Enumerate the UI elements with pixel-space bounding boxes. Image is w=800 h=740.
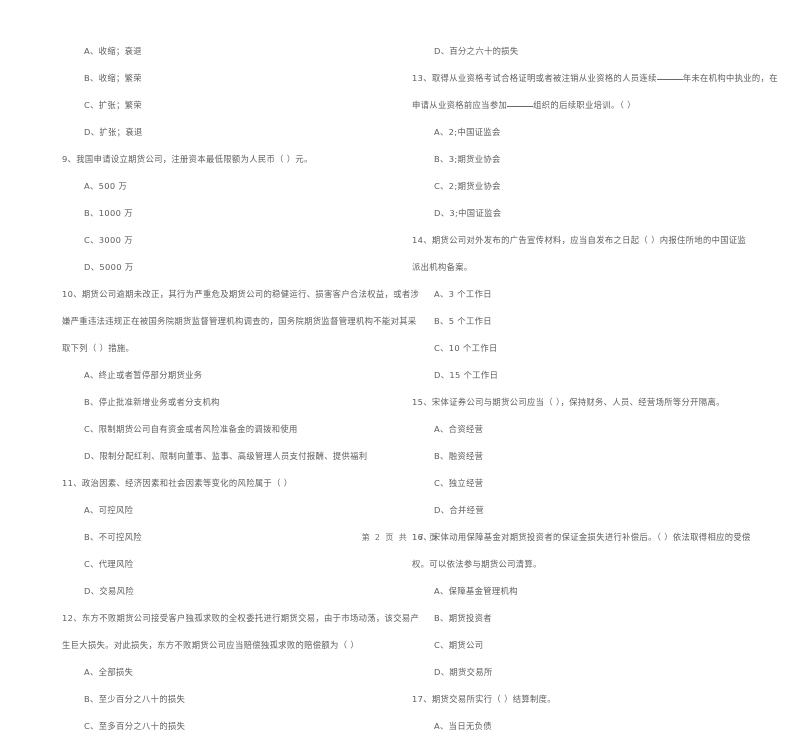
question-text-part: 13、取得从业资格考试合格证明或者被注销从业资格的人员连续: [412, 73, 657, 83]
left-column: A、收缩；衰退 B、收缩；繁荣 C、扩张；繁荣 D、扩张；衰退 9、我国申请设立期货公司…: [0, 38, 420, 740]
question-line: 14、期货公司对外发布的广告宣传材料，应当自发布之日起（ ）内报住所地的中国证监: [412, 235, 747, 245]
option-line: A、当日无负债: [434, 721, 492, 731]
option-line: A、可控风险: [84, 505, 134, 515]
option-line: B、5 个工作日: [434, 316, 492, 326]
option-line: C、独立经营: [434, 478, 484, 488]
fill-in-blank: [656, 72, 683, 80]
option-line: A、合资经营: [434, 424, 484, 434]
option-line: D、百分之六十的损失: [434, 46, 519, 56]
question-continuation-line: 申请从业资格前应当参加 组织的后续职业培训。（ ）: [412, 92, 764, 119]
question-continuation-line: 生巨大损失。对此损失，东方不败期货公司应当赔偿独孤求败的赔偿额为（ ）: [62, 640, 359, 650]
option-line: B、至少百分之八十的损失: [84, 694, 186, 704]
option-line: D、期货交易所: [434, 667, 493, 677]
option-line: B、1000 万: [84, 208, 133, 218]
option-line: C、10 个工作日: [434, 343, 498, 353]
question-continuation-line: 派出机构备案。: [412, 262, 473, 272]
option-line: D、5000 万: [84, 262, 134, 272]
question-line: 12、东方不败期货公司接受客户独孤求败的全权委托进行期货交易，由于市场动荡，该交…: [62, 613, 420, 623]
question-line: 10、期货公司逾期未改正，其行为严重危及期货公司的稳健运行、损害客户合法权益，或…: [62, 289, 420, 299]
exam-page: A、收缩；衰退 B、收缩；繁荣 C、扩张；繁荣 D、扩张；衰退 9、我国申请设立期货公司…: [0, 0, 800, 731]
question-text-part: 申请从业资格前应当参加: [412, 100, 508, 110]
question-continuation-line: 嫌严重违法违规正在被国务院期货监督管理机构调查的，国务院期货监督管理机构不能对其…: [62, 316, 417, 326]
option-line: B、收缩；繁荣: [84, 73, 142, 83]
option-line: D、合并经营: [434, 505, 484, 515]
option-line: C、扩张；繁荣: [84, 100, 143, 110]
question-continuation-line: 取下列（ ）措施。: [62, 343, 135, 353]
option-line: A、2;中国证监会: [434, 127, 501, 137]
option-line: B、期货投资者: [434, 613, 492, 623]
option-line: A、全部损失: [84, 667, 134, 677]
option-line: B、融资经营: [434, 451, 484, 461]
question-line: 9、我国申请设立期货公司，注册资本最低限额为人民币（ ）元。: [62, 154, 313, 164]
option-line: C、期货公司: [434, 640, 484, 650]
option-line: D、限制分配红利、限制向董事、监事、高级管理人员支付报酬、提供福利: [84, 451, 368, 461]
right-column: D、百分之六十的损失 13、取得从业资格考试合格证明或者被注销从业资格的人员连续 年…: [400, 38, 800, 740]
question-line: 17、期货交易所实行（ ）结算制度。: [412, 694, 556, 704]
option-line: C、2;期货业协会: [434, 181, 501, 191]
option-line: C、限制期货公司自有资金或者风险准备金的调拨和使用: [84, 424, 298, 434]
option-line: C、至多百分之八十的损失: [84, 721, 186, 731]
option-line: B、停止批准新增业务或者分支机构: [84, 397, 220, 407]
option-line: D、交易风险: [84, 586, 134, 596]
question-line: 13、取得从业资格考试合格证明或者被注销从业资格的人员连续 年未在机构中执业的，在: [412, 65, 778, 92]
option-line: D、3;中国证监会: [434, 208, 502, 218]
option-line: A、3 个工作日: [434, 289, 492, 299]
question-text-part: 年未在机构中执业的，在: [682, 73, 778, 83]
question-line: 11、政治因素、经济因素和社会因素等变化的风险属于（ ）: [62, 478, 293, 488]
fill-in-blank: [507, 99, 534, 107]
option-line: A、终止或者暂停部分期货业务: [84, 370, 203, 380]
option-line: D、扩张；衰退: [84, 127, 143, 137]
option-line: D、15 个工作日: [434, 370, 499, 380]
option-line: A、保障基金管理机构: [434, 586, 518, 596]
two-column-body: A、收缩；衰退 B、收缩；繁荣 C、扩张；繁荣 D、扩张；衰退 9、我国申请设立期货公司…: [0, 38, 800, 740]
option-line: A、收缩；衰退: [84, 46, 142, 56]
option-line: A、500 万: [84, 181, 128, 191]
option-line: B、3;期货业协会: [434, 154, 501, 164]
question-text-part: 组织的后续职业培训。（ ）: [533, 100, 636, 110]
page-footer: 第 2 页 共 17 页: [361, 533, 439, 542]
option-line: C、3000 万: [84, 235, 133, 245]
question-line: 15、宋体证券公司与期货公司应当（ ），保持财务、人员、经营场所等分开隔离。: [412, 397, 725, 407]
